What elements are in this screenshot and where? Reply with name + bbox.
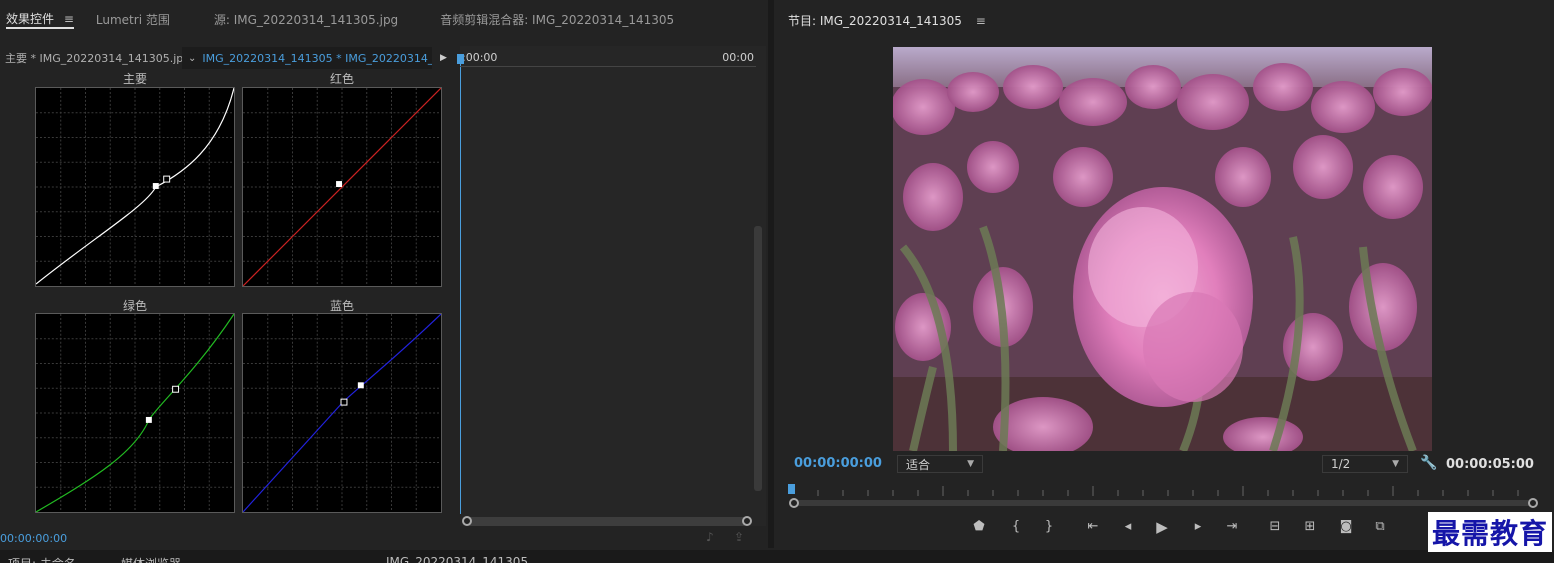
sequence-clip-selector[interactable]: ⌄ IMG_20220314_141305 * IMG_20220314_... — [182, 47, 432, 69]
watermark-logo: 最需教育 — [1428, 512, 1553, 552]
chevron-down-icon: ▼ — [1392, 459, 1399, 469]
scroll-handle-left[interactable] — [789, 498, 799, 508]
tab-effect-controls[interactable]: 效果控件 ≡ — [6, 10, 74, 29]
scroll-handle-right[interactable] — [1528, 498, 1538, 508]
effect-controls-panel: 效果控件 ≡ Lumetri 范围 源: IMG_20220314_141305… — [0, 0, 768, 548]
flower-image — [893, 47, 1432, 451]
panel-menu-icon[interactable]: ≡ — [976, 14, 986, 28]
lift-icon[interactable]: ⊟ — [1265, 519, 1285, 534]
red-curve-graph[interactable] — [242, 87, 442, 287]
fit-dropdown[interactable]: 适合 ▼ — [897, 455, 983, 473]
curve-point[interactable] — [163, 175, 171, 183]
effect-timeline[interactable]: :00:00 00:00 — [457, 46, 766, 526]
program-monitor-tab[interactable]: 节目: IMG_20220314_141305 ≡ — [788, 12, 986, 29]
timeline-end-time: 00:00 — [722, 51, 754, 64]
curve-point[interactable] — [172, 385, 180, 393]
tab-source[interactable]: 源: IMG_20220314_141305.jpg — [202, 11, 410, 28]
audio-note-icon[interactable]: ♪ — [706, 530, 714, 544]
program-duration: 00:00:05:00 — [1446, 457, 1534, 472]
step-back-icon[interactable]: ◂ — [1118, 519, 1138, 534]
tab-effect-controls-label: 效果控件 — [6, 11, 55, 26]
curve-point[interactable] — [340, 398, 348, 406]
curve-point[interactable] — [145, 416, 152, 423]
tab-media-browser[interactable]: 媒体浏览器 — [121, 555, 181, 563]
chevron-down-icon: ⌄ — [188, 52, 197, 64]
curve-label-green: 绿色 — [122, 299, 147, 313]
mark-in-icon[interactable]: { — [1006, 519, 1026, 534]
effect-controls-header: 主要 * IMG_20220314_141305.jpg ⌄ IMG_20220… — [0, 46, 460, 70]
program-current-time[interactable]: 00:00:00:00 — [794, 456, 882, 471]
curve-label-red: 红色 — [329, 72, 354, 86]
blue-curve-graph[interactable] — [242, 313, 442, 513]
export-icon[interactable]: ⇪ — [734, 530, 744, 544]
go-to-in-icon[interactable]: ⇤ — [1083, 519, 1103, 534]
master-curve-graph[interactable] — [35, 87, 235, 287]
extract-icon[interactable]: ⊞ — [1300, 519, 1320, 534]
timeline-ruler-line — [460, 66, 756, 67]
bottom-tabs-strip: 项目: 未命名 媒体浏览器 IMG_20220314_141305 — [0, 550, 1554, 563]
tab-sequence[interactable]: IMG_20220314_141305 — [386, 555, 528, 563]
add-marker-icon[interactable]: ⬟ — [969, 519, 989, 534]
tab-audio-clip-mixer[interactable]: 音频剪辑混合器: IMG_20220314_141305 — [428, 11, 686, 28]
ruler-ticks — [817, 486, 1519, 496]
program-monitor-video-frame[interactable] — [893, 47, 1432, 451]
step-forward-icon[interactable]: ▸ — [1188, 519, 1208, 534]
curve-label-master: 主要 — [122, 72, 147, 86]
wrench-icon[interactable]: 🔧 — [1420, 455, 1437, 471]
curve-point[interactable] — [336, 181, 342, 187]
scroll-handle-left[interactable] — [462, 516, 472, 526]
master-clip-label[interactable]: 主要 * IMG_20220314_141305.jpg — [0, 50, 190, 66]
timeline-scrollbar[interactable] — [754, 226, 762, 491]
effect-controls-current-time[interactable]: 00:00:00:00 — [0, 532, 67, 545]
resolution-dropdown[interactable]: 1/2 ▼ — [1322, 455, 1408, 473]
playhead-handle[interactable] — [457, 54, 464, 64]
fit-dropdown-value: 适合 — [906, 457, 931, 472]
panel-menu-icon[interactable]: ≡ — [64, 12, 74, 26]
mark-out-icon[interactable]: } — [1039, 519, 1059, 534]
curve-point[interactable] — [152, 183, 159, 189]
green-curve-graph[interactable] — [35, 313, 235, 513]
curve-label-blue: 蓝色 — [329, 299, 354, 313]
timeline-start-time: :00:00 — [462, 51, 498, 64]
left-panel-tabs: 效果控件 ≡ Lumetri 范围 源: IMG_20220314_141305… — [0, 0, 686, 38]
comparison-view-icon[interactable]: ⧉ — [1370, 519, 1390, 534]
program-monitor-title: 节目: IMG_20220314_141305 — [788, 14, 962, 28]
playhead[interactable] — [460, 54, 461, 514]
program-timeline-ruler[interactable] — [790, 484, 1538, 498]
chevron-down-icon: ▼ — [967, 459, 974, 469]
horizontal-scroll-track[interactable] — [465, 517, 748, 526]
program-scroll-track[interactable] — [796, 500, 1532, 506]
camera-icon[interactable]: ◙ — [1336, 519, 1356, 534]
play-triangle-icon[interactable]: ▶ — [440, 53, 447, 63]
tab-project[interactable]: 项目: 未命名 — [8, 555, 76, 563]
tab-lumetri-scopes[interactable]: Lumetri 范围 — [84, 11, 182, 28]
sequence-clip-label: IMG_20220314_141305 * IMG_20220314_... — [202, 51, 432, 65]
resolution-dropdown-value: 1/2 — [1331, 457, 1351, 471]
program-playhead[interactable] — [788, 484, 795, 494]
scroll-handle-right[interactable] — [742, 516, 752, 526]
go-to-out-icon[interactable]: ⇥ — [1222, 519, 1242, 534]
play-icon[interactable]: ▶ — [1152, 518, 1172, 536]
curve-point[interactable] — [357, 382, 364, 389]
